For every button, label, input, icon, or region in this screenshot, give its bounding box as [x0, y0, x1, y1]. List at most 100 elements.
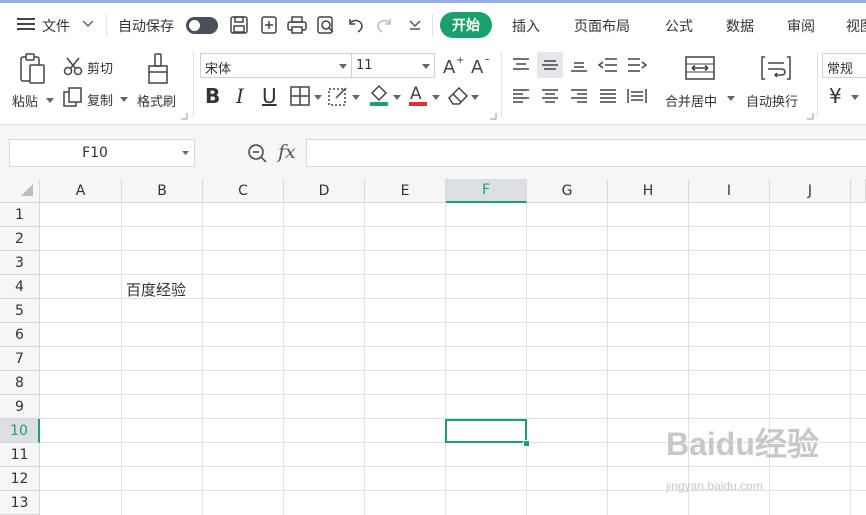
- eraser-icon[interactable]: [446, 84, 470, 108]
- alignment-dialog-launcher-icon[interactable]: [806, 112, 814, 120]
- tab-page-layout[interactable]: 页面布局: [574, 16, 630, 36]
- align-top-icon[interactable]: [509, 54, 533, 76]
- divider: [193, 52, 194, 116]
- save-icon[interactable]: [228, 14, 250, 36]
- column-header-h[interactable]: H: [608, 179, 689, 203]
- row-header-12[interactable]: 12: [0, 467, 40, 491]
- decrease-font-size-icon[interactable]: A-: [469, 53, 493, 77]
- cut-button[interactable]: 剪切: [87, 58, 113, 77]
- row-header-5[interactable]: 5: [0, 299, 40, 323]
- increase-indent-icon[interactable]: [625, 54, 649, 76]
- quick-access-more-icon[interactable]: [404, 14, 426, 36]
- tab-home[interactable]: 开始: [440, 12, 492, 38]
- column-header-j[interactable]: J: [770, 179, 851, 203]
- tab-data[interactable]: 数据: [726, 16, 754, 36]
- chevron-down-icon[interactable]: [80, 16, 96, 32]
- format-painter-icon[interactable]: [145, 52, 173, 86]
- align-middle-icon[interactable]: [537, 52, 563, 78]
- row-header-10[interactable]: 10: [0, 419, 40, 443]
- column-header-b[interactable]: B: [122, 179, 203, 203]
- fill-handle[interactable]: [523, 440, 530, 447]
- align-bottom-icon[interactable]: [567, 54, 591, 76]
- distributed-align-icon[interactable]: [625, 85, 649, 107]
- file-menu[interactable]: 文件: [42, 16, 70, 36]
- tab-insert[interactable]: 插入: [512, 16, 540, 36]
- zoom-search-icon[interactable]: [246, 142, 268, 164]
- select-all-corner[interactable]: [0, 179, 40, 203]
- row-header-13[interactable]: 13: [0, 491, 40, 515]
- scissors-icon[interactable]: [62, 55, 84, 77]
- column-header-g[interactable]: G: [527, 179, 608, 203]
- clipboard-dialog-launcher-icon[interactable]: [180, 112, 188, 120]
- merge-center-button[interactable]: 合并居中: [665, 91, 717, 110]
- font-size-select[interactable]: 11: [351, 53, 435, 78]
- tab-view[interactable]: 视图: [846, 16, 866, 36]
- fill-color-icon[interactable]: [367, 83, 391, 107]
- row-header-2[interactable]: 2: [0, 227, 40, 251]
- row-header-3[interactable]: 3: [0, 251, 40, 275]
- export-pdf-icon[interactable]: [258, 14, 280, 36]
- increase-font-size-icon[interactable]: A +: [441, 53, 465, 77]
- hamburger-menu-icon[interactable]: [16, 14, 36, 34]
- row-header-1[interactable]: 1: [0, 203, 40, 227]
- paste-dropdown-icon[interactable]: [45, 95, 55, 105]
- justify-icon[interactable]: [596, 85, 620, 107]
- formula-input[interactable]: [306, 139, 866, 167]
- wrap-text-icon[interactable]: [760, 54, 792, 82]
- column-header-i[interactable]: I: [689, 179, 770, 203]
- bold-button[interactable]: B: [205, 84, 220, 108]
- redo-icon[interactable]: [374, 14, 396, 36]
- tab-review[interactable]: 审阅: [787, 16, 815, 36]
- undo-icon[interactable]: [344, 14, 366, 36]
- row-header-11[interactable]: 11: [0, 443, 40, 467]
- borders-icon[interactable]: [289, 85, 311, 107]
- font-name-select[interactable]: 宋体: [200, 53, 352, 78]
- number-format-select[interactable]: 常规: [822, 53, 866, 78]
- paste-icon[interactable]: [16, 52, 50, 86]
- spreadsheet-grid[interactable]: A B C D E F G H I J 1 2 3 4 5 6 7 8 9 10…: [0, 179, 866, 515]
- autosave-toggle[interactable]: [186, 17, 218, 34]
- print-icon[interactable]: [286, 14, 308, 36]
- column-header-a[interactable]: A: [40, 179, 122, 203]
- borders-dropdown-icon[interactable]: [314, 95, 322, 100]
- align-right-icon[interactable]: [567, 85, 591, 107]
- svg-text:A: A: [443, 57, 456, 75]
- column-header-e[interactable]: E: [365, 179, 446, 203]
- tab-formulas[interactable]: 公式: [665, 16, 693, 36]
- underline-button[interactable]: U: [262, 84, 277, 108]
- copy-icon[interactable]: [62, 86, 84, 108]
- row-header-9[interactable]: 9: [0, 395, 40, 419]
- row-header-6[interactable]: 6: [0, 323, 40, 347]
- align-center-icon[interactable]: [538, 85, 562, 107]
- row-header-8[interactable]: 8: [0, 371, 40, 395]
- wrap-text-button[interactable]: 自动换行: [746, 91, 798, 110]
- italic-button[interactable]: I: [236, 84, 244, 108]
- fill-pattern-dropdown-icon[interactable]: [352, 95, 360, 100]
- column-header-f[interactable]: F: [446, 179, 527, 203]
- active-cell-f10[interactable]: [445, 419, 527, 443]
- column-header-c[interactable]: C: [203, 179, 284, 203]
- decrease-indent-icon[interactable]: [596, 54, 620, 76]
- print-preview-icon[interactable]: [315, 14, 337, 36]
- font-dialog-launcher-icon[interactable]: [489, 112, 497, 120]
- fill-color-dropdown-icon[interactable]: [393, 95, 401, 100]
- copy-button[interactable]: 复制: [87, 90, 113, 109]
- font-color-dropdown-icon[interactable]: [432, 95, 440, 100]
- function-fx-button[interactable]: fx: [278, 141, 296, 163]
- row-header-4[interactable]: 4: [0, 275, 40, 299]
- fill-pattern-icon[interactable]: [327, 85, 349, 107]
- format-painter-button[interactable]: 格式刷: [137, 91, 176, 110]
- paste-button[interactable]: 粘贴: [12, 91, 38, 110]
- cell-b4[interactable]: 百度经验: [126, 279, 186, 300]
- column-header-d[interactable]: D: [284, 179, 365, 203]
- currency-format-button[interactable]: ¥: [829, 84, 842, 108]
- font-color-icon[interactable]: A: [406, 83, 430, 107]
- align-left-icon[interactable]: [509, 85, 533, 107]
- merge-center-dropdown-icon[interactable]: [727, 96, 735, 101]
- merge-center-icon[interactable]: [684, 54, 716, 82]
- name-box[interactable]: F10: [9, 139, 195, 167]
- copy-dropdown-icon[interactable]: [119, 94, 129, 104]
- eraser-dropdown-icon[interactable]: [471, 95, 479, 100]
- row-header-7[interactable]: 7: [0, 347, 40, 371]
- currency-dropdown-icon[interactable]: [851, 95, 859, 100]
